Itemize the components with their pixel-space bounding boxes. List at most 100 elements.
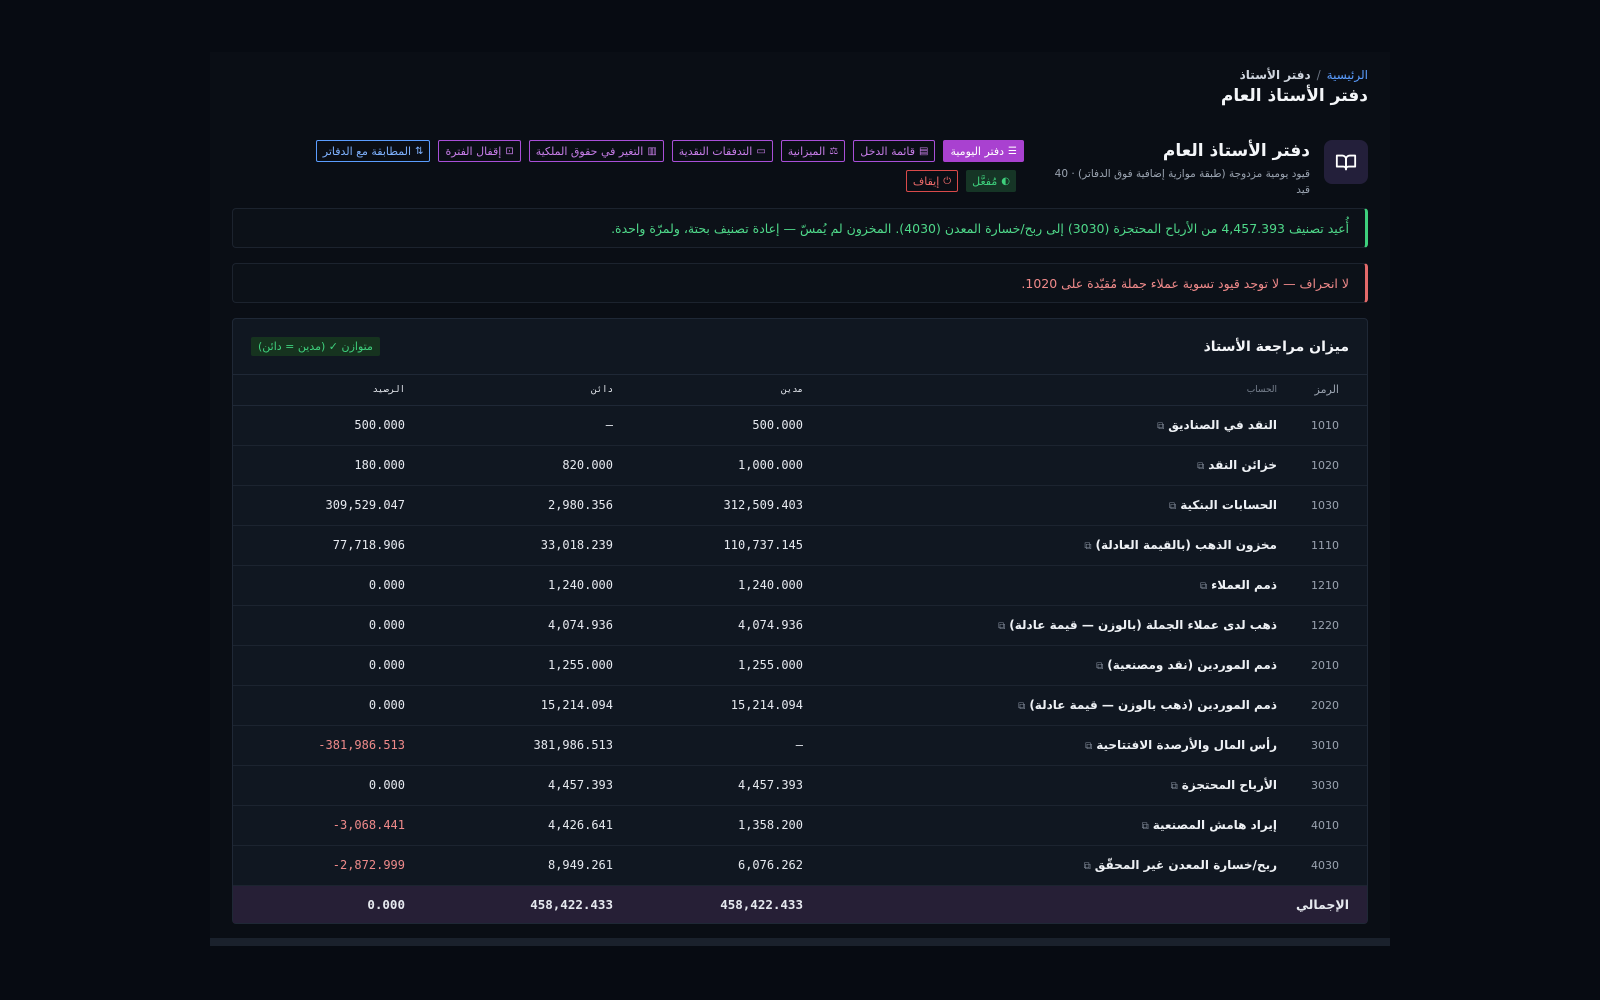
balance-value: 0.000 bbox=[233, 765, 423, 806]
account-name-link[interactable]: ذمم الموردين (نقد ومصنعية) bbox=[1107, 658, 1277, 672]
account-name-link[interactable]: إيراد هامش المصنعية bbox=[1153, 818, 1277, 832]
account-name-link[interactable]: ذمم الموردين (ذهب بالوزن — قيمة عادلة) bbox=[1029, 698, 1277, 712]
reclassification-alert-text: أُعيد تصنيف 4,457.393 من الأرباح المحتجز… bbox=[611, 220, 1349, 236]
external-link-icon[interactable]: ⧉ bbox=[998, 621, 1005, 632]
account-name-cell: الحسابات البنكية ⧉ bbox=[803, 485, 1277, 526]
external-link-icon[interactable]: ⧉ bbox=[1084, 861, 1091, 872]
table-row: 3030 الأرباح المحتجزة⧉ 4,457.393 4,457.393 0… bbox=[233, 765, 1367, 806]
account-name-link[interactable]: الحسابات البنكية bbox=[1180, 498, 1277, 512]
account-name-cell: خزائن النقد ⧉ bbox=[803, 445, 1277, 486]
credit-value: 15,214.094 bbox=[423, 685, 613, 726]
equity-changes-button[interactable]: ▥ التغير في حقوق الملكية bbox=[528, 140, 664, 162]
debit-value: — bbox=[613, 725, 803, 766]
scale-icon: ⚖ bbox=[829, 145, 839, 157]
debit-value: 1,358.200 bbox=[613, 805, 803, 846]
credit-value: 4,426.641 bbox=[423, 805, 613, 846]
credit-value: 33,018.239 bbox=[423, 525, 613, 566]
external-link-icon[interactable]: ⧉ bbox=[1197, 461, 1204, 472]
balance-value: 309,529.047 bbox=[233, 485, 423, 526]
balance-value: 77,718.906 bbox=[233, 525, 423, 566]
external-link-icon[interactable]: ⧉ bbox=[1018, 701, 1025, 712]
income-statement-button-label: قائمة الدخل bbox=[860, 144, 916, 158]
ledger-title: دفتر الأستاذ العام bbox=[1162, 141, 1310, 161]
account-name-link[interactable]: رأس المال والأرصدة الافتتاحية bbox=[1096, 738, 1277, 752]
table-row: 1020 خزائن النقد ⧉ 1,000.000 820.000 180.000 bbox=[233, 445, 1367, 486]
account-code: 1020 bbox=[1277, 445, 1367, 486]
external-link-icon[interactable]: ⧉ bbox=[1096, 661, 1103, 672]
account-name-link[interactable]: ربح/خسارة المعدن غير المحقّق bbox=[1095, 858, 1277, 872]
external-link-icon[interactable]: ⧉ bbox=[1157, 421, 1164, 432]
external-link-icon[interactable]: ⧉ bbox=[1200, 581, 1207, 592]
balance-value: 2,872.999- bbox=[233, 845, 423, 886]
header-balance: الرصيد bbox=[233, 375, 423, 406]
credit-value: 381,986.513 bbox=[423, 725, 613, 766]
book-open-icon bbox=[1324, 140, 1368, 184]
balance-value: 0.000 bbox=[233, 605, 423, 646]
credit-value: 820.000 bbox=[423, 445, 613, 486]
external-link-icon[interactable]: ⧉ bbox=[1169, 501, 1176, 512]
deviation-alert: لا انحراف — لا توجد قيود تسوية عملاء جمل… bbox=[232, 263, 1368, 303]
debit-value: 6,076.262 bbox=[613, 845, 803, 886]
journal-button[interactable]: ☰ دفتر اليومية bbox=[943, 140, 1024, 162]
deviation-alert-text: لا انحراف — لا توجد قيود تسوية عملاء جمل… bbox=[1021, 275, 1349, 291]
balanced-badge: متوازن ✓ (مدين = دائن) bbox=[251, 337, 380, 356]
cash-flow-button[interactable]: ▭ التدفقات النقدية bbox=[671, 140, 773, 162]
account-code: 1220 bbox=[1277, 605, 1367, 646]
external-link-icon[interactable]: ⧉ bbox=[1142, 821, 1149, 832]
credit-value: 1,255.000 bbox=[423, 645, 613, 686]
credit-value: 8,949.261 bbox=[423, 845, 613, 886]
balance-sheet-button[interactable]: ⚖ الميزانية bbox=[780, 140, 846, 162]
reconcile-button[interactable]: ⇅ المطابقة مع الدفاتر bbox=[315, 140, 431, 162]
table-header-row: الرمز الحساب مدين دائن الرصيد bbox=[233, 375, 1367, 406]
account-name-cell: إيراد هامش المصنعية ⧉ bbox=[803, 805, 1277, 846]
account-name-link[interactable]: مخزون الذهب (بالقيمة العادلة) bbox=[1095, 538, 1277, 552]
equity-changes-button-label: التغير في حقوق الملكية bbox=[535, 144, 644, 158]
ledger-page: الرئيسية / دفتر الأستاذ دفتر الأستاذ العام… bbox=[232, 52, 1368, 924]
breadcrumb: الرئيسية / دفتر الأستاذ bbox=[232, 68, 1368, 82]
account-name-link[interactable]: ذمم العملاء bbox=[1211, 578, 1277, 592]
account-code: 1030 bbox=[1277, 485, 1367, 526]
account-name-cell: ذهب لدى عملاء الجملة (بالوزن — قيمة عادل… bbox=[803, 605, 1277, 646]
trial-balance-table: الرمز الحساب مدين دائن الرصيد 1010 النقد … bbox=[233, 375, 1367, 923]
credit-value: 4,074.936 bbox=[423, 605, 613, 646]
income-statement-button[interactable]: ▤ قائمة الدخل bbox=[853, 140, 936, 162]
trial-balance-header: ميزان مراجعة الأستاذ متوازن ✓ (مدين = دا… bbox=[233, 319, 1367, 375]
total-label: الإجمالي bbox=[803, 885, 1367, 923]
account-code: 1210 bbox=[1277, 565, 1367, 606]
breadcrumb-home-link[interactable]: الرئيسية bbox=[1327, 68, 1368, 82]
page-title: دفتر الأستاذ العام bbox=[1220, 86, 1368, 106]
horizontal-scrollbar[interactable] bbox=[210, 938, 1390, 946]
list-icon: ☰ bbox=[1008, 145, 1017, 157]
header-code: الرمز bbox=[1277, 375, 1367, 406]
account-name-link[interactable]: خزائن النقد bbox=[1208, 458, 1277, 472]
credit-value: 4,457.393 bbox=[423, 765, 613, 806]
external-link-icon[interactable]: ⧉ bbox=[1171, 781, 1178, 792]
external-link-icon[interactable]: ⧉ bbox=[1084, 541, 1091, 552]
account-name-link[interactable]: النقد في الصناديق bbox=[1168, 418, 1277, 432]
arrows-icon: ⇅ bbox=[415, 145, 424, 157]
account-name-link[interactable]: ذهب لدى عملاء الجملة (بالوزن — قيمة عادل… bbox=[1009, 618, 1277, 632]
header-debit: مدين bbox=[613, 375, 803, 406]
table-row: 4030 ربح/خسارة المعدن غير المحقّق ⧉ 6,076.2… bbox=[233, 845, 1367, 886]
breadcrumb-current: دفتر الأستاذ bbox=[1239, 68, 1311, 82]
account-name-cell: ذمم العملاء ⧉ bbox=[803, 565, 1277, 606]
balance-value: 180.000 bbox=[233, 445, 423, 486]
stop-button[interactable]: ⏻ إيقاف bbox=[905, 170, 959, 192]
lock-icon: ⊡ bbox=[505, 145, 514, 157]
account-name-link[interactable]: الأرباح المحتجزة bbox=[1182, 778, 1277, 792]
debit-value: 110,737.145 bbox=[613, 525, 803, 566]
breadcrumb-separator: / bbox=[1316, 68, 1321, 82]
account-code: 3030 bbox=[1277, 765, 1367, 806]
balance-value: 500.000 bbox=[233, 405, 423, 446]
account-name-cell: ربح/خسارة المعدن غير المحقّق ⧉ bbox=[803, 845, 1277, 886]
account-code: 2010 bbox=[1277, 645, 1367, 686]
enabled-toggle[interactable]: ◐ مُفعَّل bbox=[966, 170, 1016, 192]
debit-value: 312,509.403 bbox=[613, 485, 803, 526]
total-credit: 458,422.433 bbox=[423, 885, 613, 923]
chart-icon: ▥ bbox=[647, 145, 657, 157]
external-link-icon[interactable]: ⧉ bbox=[1085, 741, 1092, 752]
cash-flow-button-label: التدفقات النقدية bbox=[678, 144, 753, 158]
table-row: 1010 النقد في الصناديق ⧉ 500.000—500.000 bbox=[233, 405, 1367, 446]
debit-value: 4,074.936 bbox=[613, 605, 803, 646]
close-period-button[interactable]: ⊡ إقفال الفترة bbox=[438, 140, 521, 162]
